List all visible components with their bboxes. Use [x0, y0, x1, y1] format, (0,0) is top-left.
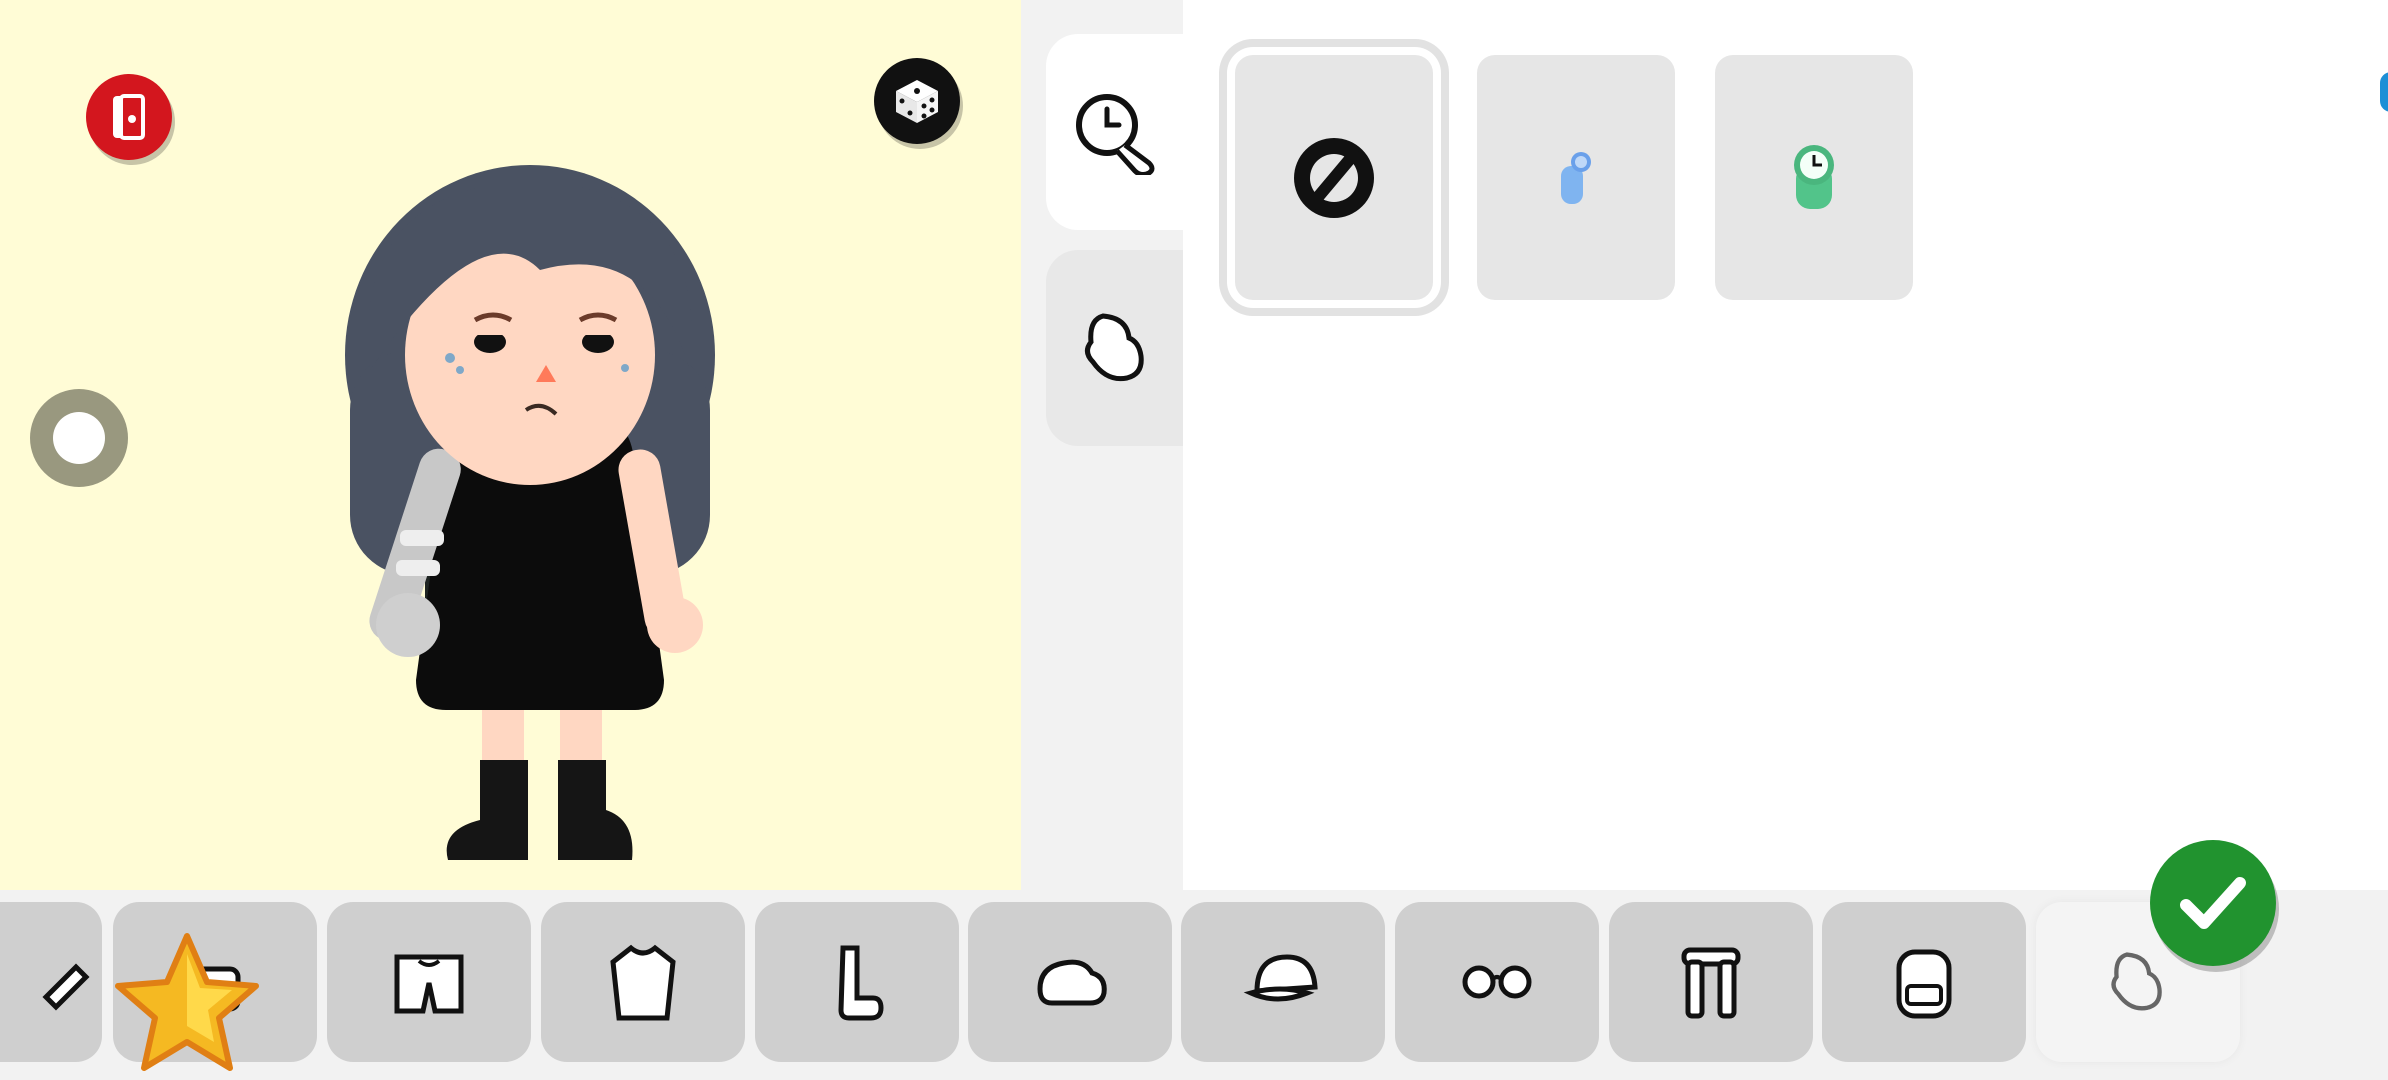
- toolbar-tab-socks[interactable]: [755, 902, 959, 1062]
- rotate-handle[interactable]: [30, 389, 128, 487]
- item-none[interactable]: [1235, 55, 1433, 300]
- indicator-dot: [2380, 72, 2388, 112]
- backpack-icon: [1896, 949, 1952, 1019]
- avatar-preview: [0, 0, 1021, 890]
- dice-icon: [896, 80, 938, 123]
- toolbar-tab-shirt[interactable]: [541, 902, 745, 1062]
- none-icon: [1294, 137, 1374, 218]
- exit-button[interactable]: [86, 74, 172, 160]
- toolbar-tab-scarves[interactable]: [1609, 902, 1813, 1062]
- blue-watch-icon: [1561, 151, 1591, 204]
- category-tab-gloves[interactable]: [1046, 250, 1186, 446]
- toolbar-tab-shoes[interactable]: [968, 902, 1172, 1062]
- checkmark-icon: [2180, 877, 2246, 929]
- avatar-character: [345, 165, 715, 860]
- confirm-button[interactable]: [2150, 840, 2276, 966]
- sock-icon: [838, 945, 884, 1021]
- shoe-icon: [1037, 959, 1107, 1006]
- scarf-icon: [1681, 947, 1741, 1019]
- glove-icon: [1085, 313, 1144, 382]
- exit-door-icon: [113, 94, 145, 140]
- toolbar-tab-glasses[interactable]: [1395, 902, 1599, 1062]
- item-blue-watch[interactable]: [1477, 55, 1675, 300]
- toolbar-tab-hats[interactable]: [1181, 902, 1385, 1062]
- cap-icon: [1243, 954, 1318, 1002]
- watch-icon: [1076, 94, 1155, 175]
- randomize-button[interactable]: [874, 58, 960, 144]
- item-green-watch[interactable]: [1715, 55, 1913, 300]
- shirt-icon: [610, 944, 676, 1021]
- favorites-star-icon[interactable]: [112, 930, 262, 1080]
- rotate-handle-knob[interactable]: [53, 412, 105, 464]
- toolbar-tab-backpacks[interactable]: [1822, 902, 2026, 1062]
- shorts-icon: [394, 954, 464, 1014]
- glasses-icon: [1462, 965, 1532, 999]
- glove-icon: [2111, 952, 2162, 1011]
- brush-icon: [42, 963, 90, 1011]
- category-tab-watches[interactable]: [1046, 34, 1186, 230]
- toolbar-tab-brush[interactable]: [0, 902, 102, 1062]
- green-watch-icon: [1794, 144, 1834, 209]
- toolbar-tab-shorts[interactable]: [327, 902, 531, 1062]
